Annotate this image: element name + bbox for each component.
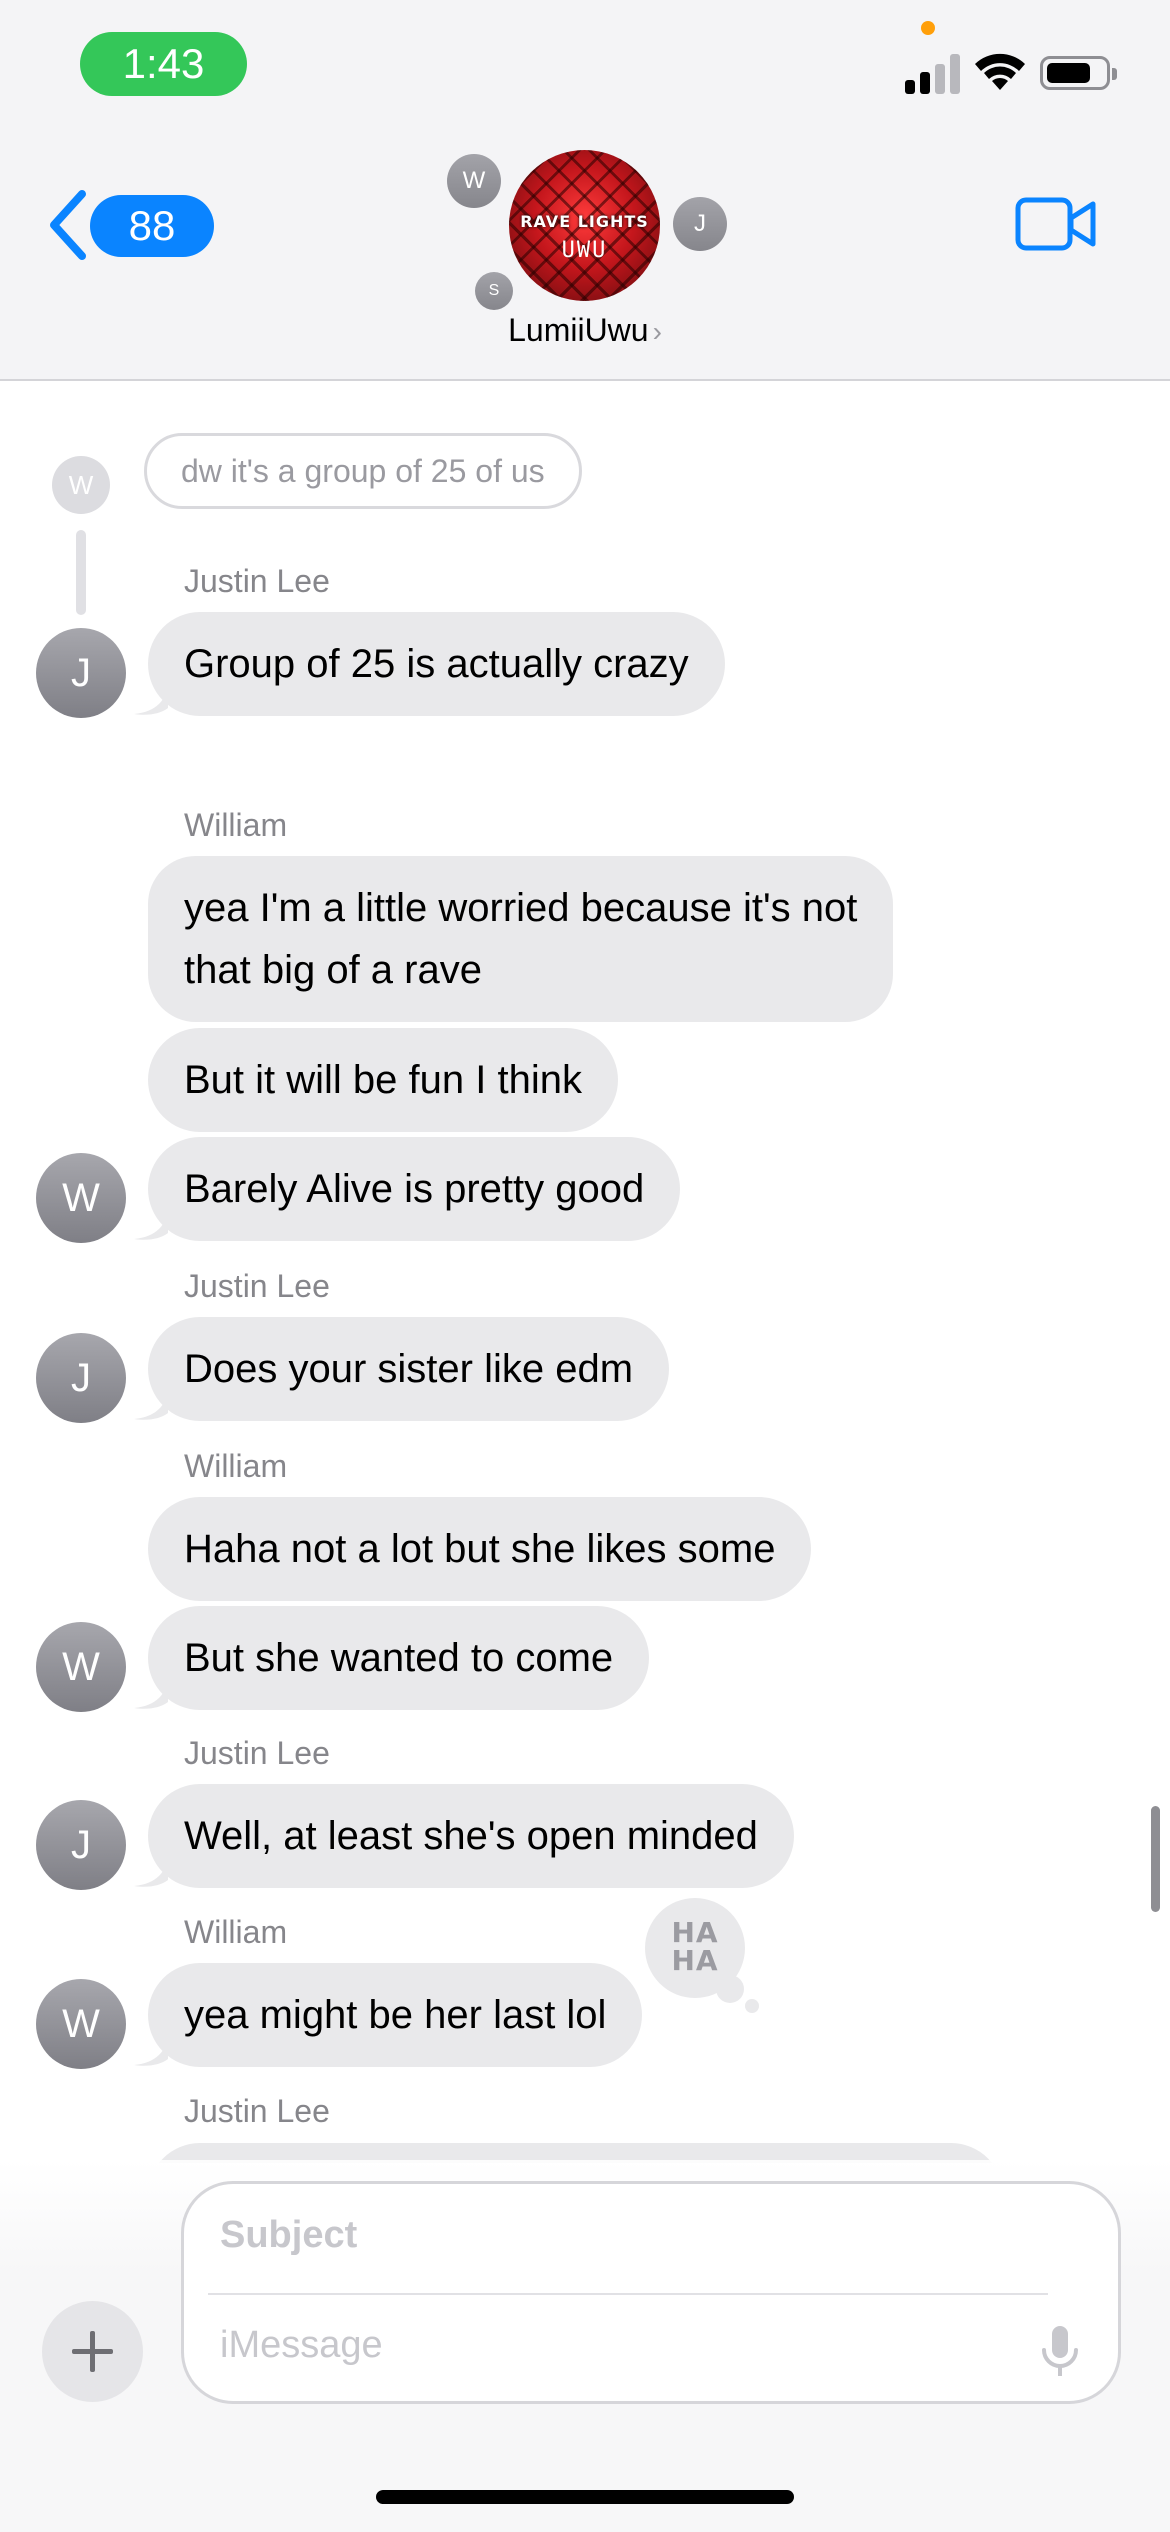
message-bubble[interactable]: Does your sister like edm xyxy=(134,1317,670,1421)
message-text: Well, at least she's open minded xyxy=(184,1814,758,1858)
reply-thread-line xyxy=(76,530,86,615)
back-button[interactable]: 88 xyxy=(44,188,214,262)
avatar[interactable]: W xyxy=(36,1153,126,1243)
navigation-header: 1:43 88 W J S RAVE LIGHTS UWU LumiiUwu › xyxy=(0,0,1170,381)
group-avatar-title: RAVE LIGHTS xyxy=(520,212,649,231)
bubble-tail xyxy=(134,680,168,715)
message-bubble[interactable]: But it will be fun I think xyxy=(148,1028,618,1132)
chevron-left-icon xyxy=(50,190,86,260)
sender-name: Justin Lee xyxy=(184,1268,330,1304)
tapback-tail-dot xyxy=(716,1975,744,2003)
microphone-icon[interactable] xyxy=(1040,2324,1080,2380)
sender-name: William xyxy=(184,807,288,843)
chevron-right-icon: › xyxy=(652,316,662,347)
bubble-tail xyxy=(134,1205,168,1240)
group-name-label: LumiiUwu xyxy=(508,312,649,348)
member-avatar-j: J xyxy=(673,197,727,251)
message-bubble[interactable]: Barely Alive is pretty good xyxy=(134,1137,681,1241)
quoted-sender-avatar: W xyxy=(52,456,110,514)
bubble-tail xyxy=(134,1385,168,1420)
member-avatar-s: S xyxy=(475,272,513,310)
message-bubble[interactable]: yea might be her last lol xyxy=(134,1963,643,2067)
wifi-icon xyxy=(975,53,1025,90)
subject-field[interactable]: Subject xyxy=(220,2214,357,2257)
message-thread[interactable]: W dw it's a group of 25 of us Justin Lee… xyxy=(0,383,1170,2163)
message-text: But it will be fun I think xyxy=(184,1058,582,1102)
sender-name: Justin Lee xyxy=(184,2093,330,2129)
battery-icon xyxy=(1040,56,1117,90)
message-bubble[interactable]: Haha not a lot but she likes some xyxy=(148,1497,812,1601)
bubble-tail xyxy=(134,1674,168,1709)
sender-name: Justin Lee xyxy=(184,1735,330,1771)
plus-icon[interactable] xyxy=(42,2301,143,2402)
sender-name: William xyxy=(184,1448,288,1484)
facetime-video-icon[interactable] xyxy=(1015,194,1097,254)
message-input-box[interactable]: Subject iMessage xyxy=(181,2181,1121,2404)
bubble-tail xyxy=(134,2031,168,2066)
group-name[interactable]: LumiiUwu › xyxy=(0,312,1170,349)
message-bubble[interactable]: yea I'm a little worried because it's no… xyxy=(148,856,894,1022)
message-text: Barely Alive is pretty good xyxy=(184,1167,645,1211)
message-bubble[interactable]: But she wanted to come xyxy=(134,1606,650,1710)
member-avatar-w: W xyxy=(447,154,501,208)
unread-count-badge: 88 xyxy=(90,195,214,257)
message-bubble[interactable]: Well, at least she's open minded xyxy=(134,1784,794,1888)
message-text-line: that big of a rave xyxy=(184,948,482,992)
group-avatar[interactable]: RAVE LIGHTS UWU xyxy=(509,150,660,301)
avatar[interactable]: J xyxy=(36,1333,126,1423)
message-text: yea might be her last lol xyxy=(184,1993,607,2037)
group-avatar-subtitle: UWU xyxy=(561,238,608,263)
cellular-signal-icon xyxy=(905,52,961,94)
message-text: Haha not a lot but she likes some xyxy=(184,1527,776,1571)
message-text: Group of 25 is actually crazy xyxy=(184,642,689,686)
message-text-line: yea I'm a little worried because it's no… xyxy=(184,886,858,930)
avatar[interactable]: J xyxy=(36,628,126,718)
message-bubble[interactable]: Group of 25 is actually crazy xyxy=(134,612,725,716)
tapback-text: HA xyxy=(671,1944,719,1977)
message-text: But she wanted to come xyxy=(184,1636,614,1680)
home-indicator[interactable] xyxy=(376,2490,794,2504)
scroll-indicator[interactable] xyxy=(1151,1806,1160,1912)
bubble-tail xyxy=(134,1852,168,1887)
sender-name: William xyxy=(184,1914,288,1950)
input-divider xyxy=(208,2293,1048,2295)
privacy-indicator-dot xyxy=(921,21,935,35)
avatar[interactable]: W xyxy=(36,1622,126,1712)
sender-name: Justin Lee xyxy=(184,563,330,599)
avatar[interactable]: J xyxy=(36,1800,126,1890)
imessage-field[interactable]: iMessage xyxy=(220,2324,383,2367)
tapback-tail-dot xyxy=(745,1999,759,2013)
message-text: Does your sister like edm xyxy=(184,1347,634,1391)
avatar[interactable]: W xyxy=(36,1979,126,2069)
status-time: 1:43 xyxy=(80,32,247,96)
quoted-reply-bubble[interactable]: dw it's a group of 25 of us xyxy=(144,433,582,509)
